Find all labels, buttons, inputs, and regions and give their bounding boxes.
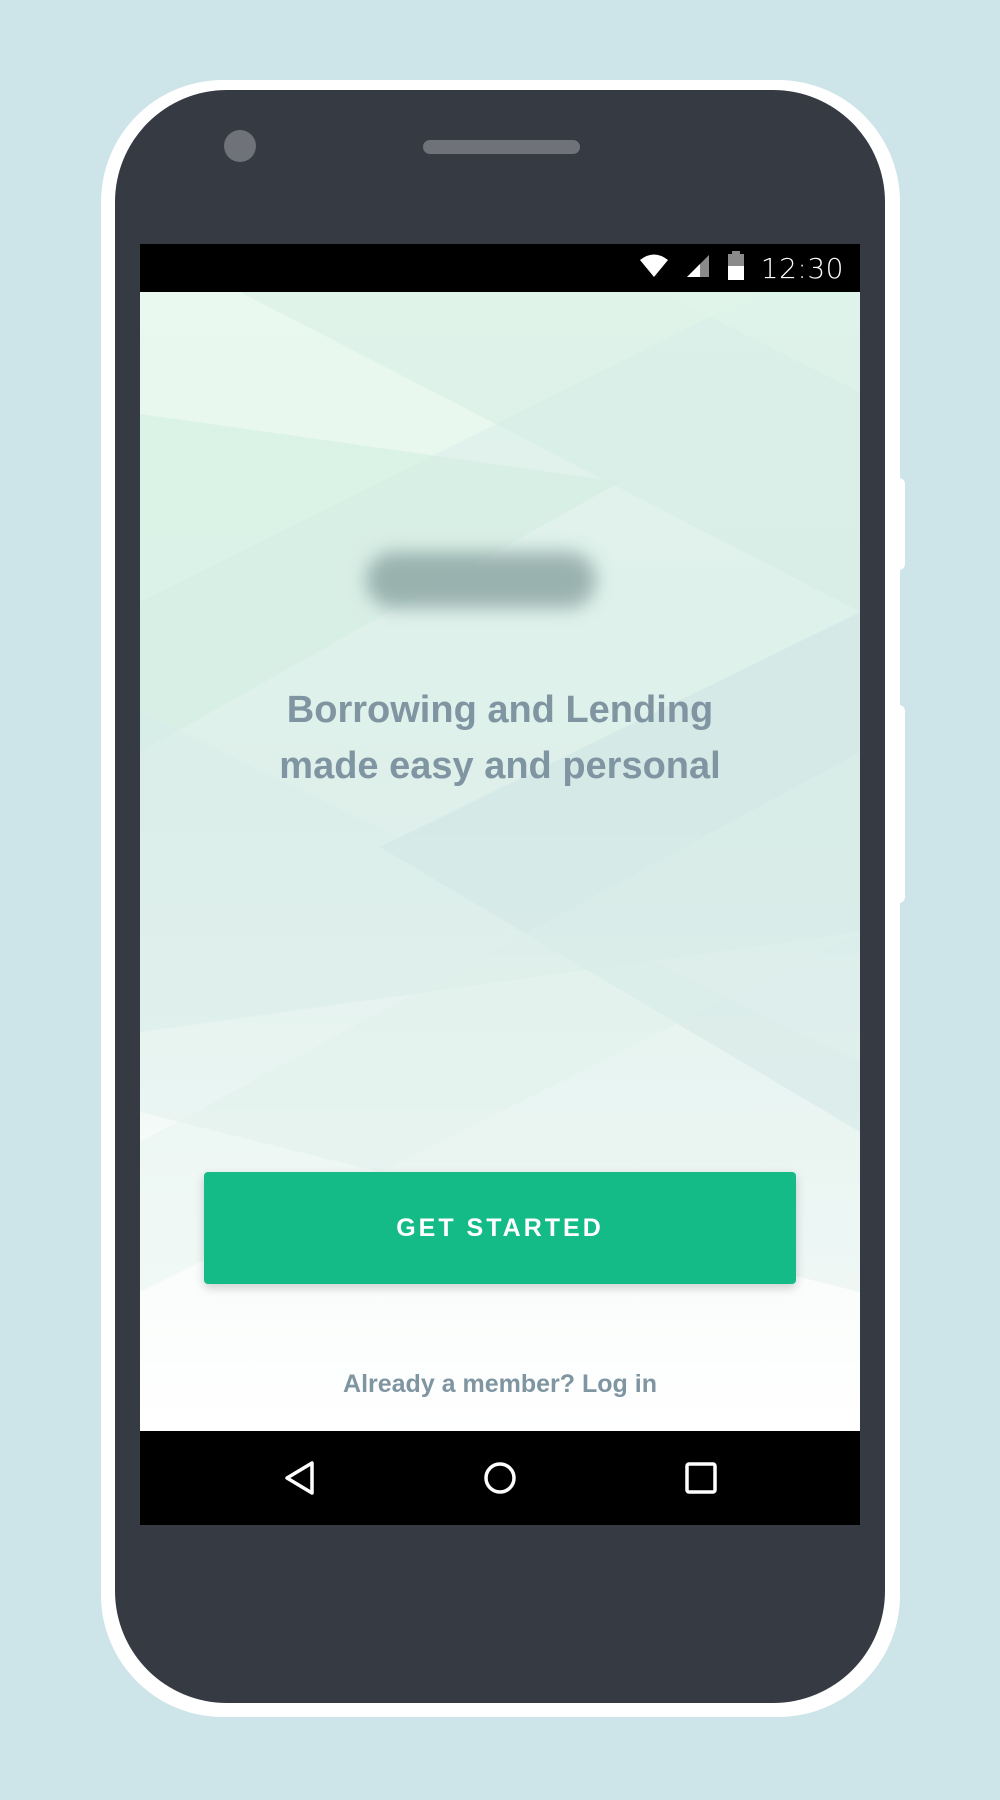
wifi-icon bbox=[639, 253, 669, 284]
volume-button bbox=[897, 705, 905, 903]
status-time: 12:30 bbox=[760, 251, 844, 285]
earpiece-speaker bbox=[423, 140, 580, 154]
login-link[interactable]: Already a member? Log in bbox=[140, 1370, 860, 1399]
tagline-line-2: made easy and personal bbox=[279, 745, 721, 787]
recents-icon[interactable] bbox=[676, 1453, 726, 1503]
back-icon[interactable] bbox=[275, 1453, 325, 1503]
blurred-logo bbox=[366, 552, 596, 608]
home-icon[interactable] bbox=[475, 1453, 525, 1503]
welcome-screen: Borrowing and Lending made easy and pers… bbox=[140, 292, 860, 1431]
status-bar: 12:30 bbox=[140, 244, 860, 292]
battery-icon bbox=[727, 250, 745, 286]
tagline-line-1: Borrowing and Lending bbox=[286, 689, 714, 731]
front-camera bbox=[224, 130, 256, 162]
power-button bbox=[897, 478, 905, 570]
get-started-button[interactable]: GET STARTED bbox=[204, 1172, 796, 1284]
navigation-bar bbox=[140, 1431, 860, 1525]
cell-signal-icon bbox=[685, 253, 711, 284]
phone-screen: 12:30 Borrowing and Lending made easy an… bbox=[140, 244, 860, 1525]
tagline: Borrowing and Lending made easy and pers… bbox=[140, 682, 860, 794]
